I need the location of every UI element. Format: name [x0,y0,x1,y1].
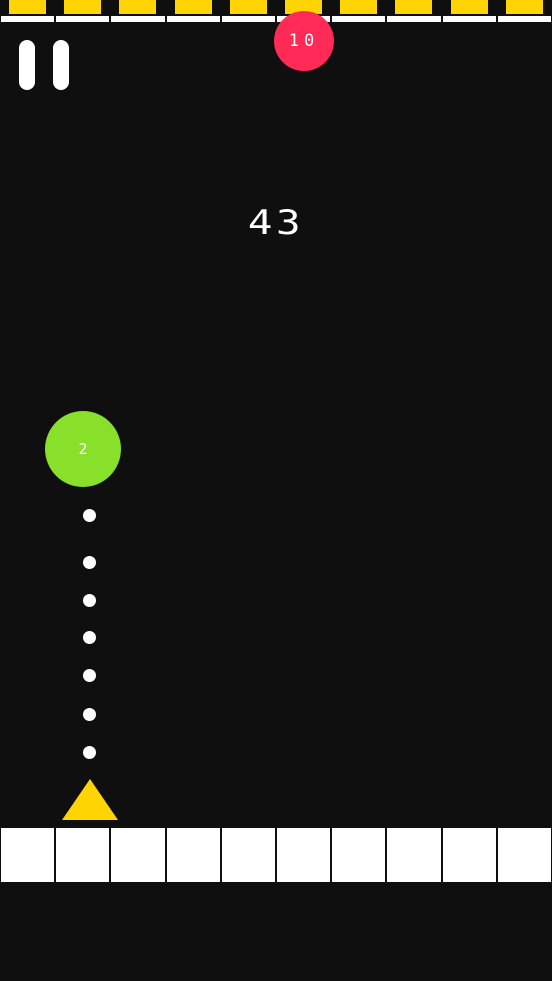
top-block-row [0,0,552,22]
top-block [442,0,497,22]
aim-dot [83,594,96,607]
pause-button[interactable] [19,40,69,90]
bottom-tile [277,828,331,882]
aim-dot [83,669,96,682]
bottom-tile [221,828,275,882]
top-block [0,0,55,22]
aim-dot [83,631,96,644]
aim-dot [83,746,96,759]
top-block [221,0,276,22]
pause-icon-bar-right [53,40,69,90]
top-block [386,0,441,22]
bottom-tile [387,828,441,882]
active-ball-green: 2 [45,411,121,487]
top-block [55,0,110,22]
bottom-tile [166,828,220,882]
active-ball-value: 2 [78,440,88,458]
bottom-tile [497,828,551,882]
target-ball-value: 10 [288,31,320,51]
bottom-tile [56,828,110,882]
aim-dot [83,708,96,721]
top-block [166,0,221,22]
bottom-tile [332,828,386,882]
bottom-tile [1,828,55,882]
top-block [110,0,165,22]
score-display: 43 [247,203,305,243]
pause-icon-bar-left [19,40,35,90]
bottom-tile-row [0,828,552,882]
top-block [497,0,552,22]
top-block [331,0,386,22]
aim-dot [83,556,96,569]
shooter-triangle[interactable] [62,779,118,820]
bottom-tile [111,828,165,882]
target-ball-red: 10 [274,11,334,71]
bottom-tile [442,828,496,882]
aim-dot [83,509,96,522]
